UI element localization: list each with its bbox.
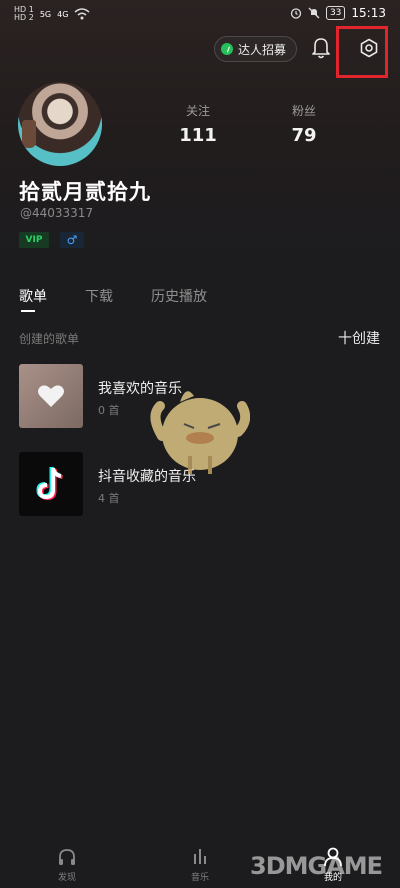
clock: 15:13 <box>351 6 386 20</box>
status-right: 33 15:13 <box>290 6 386 20</box>
profile-tabs: 歌单 下载 历史播放 <box>19 286 207 312</box>
headphones-icon <box>59 849 75 865</box>
mascot-watermark <box>150 391 250 474</box>
network-4g-indicator: 4G <box>57 9 69 19</box>
following-label: 关注 <box>185 104 210 118</box>
tab-downloads[interactable]: 下载 <box>85 286 113 306</box>
battery-indicator: 33 <box>325 6 346 20</box>
create-playlist-button[interactable]: 十创建 <box>338 328 380 348</box>
username: 拾贰月贰拾九 <box>19 180 151 204</box>
fans-count: 79 <box>291 125 317 146</box>
talent-recruit-label: 达人招募 <box>238 42 287 57</box>
playlist-cover <box>19 452 83 516</box>
music-bars-icon <box>194 849 206 864</box>
status-indicators: HD 1 HD 2 5G 4G <box>14 6 90 22</box>
playlist-cover <box>19 364 83 428</box>
fans-label: 粉丝 <box>291 104 316 118</box>
fans-stat[interactable]: 粉丝 79 <box>276 102 332 146</box>
nav-music-label: 音乐 <box>190 873 209 883</box>
gender-badge: ♂ <box>60 232 84 248</box>
section-title: 创建的歌单 <box>19 332 80 346</box>
network-5g-indicator: 5G <box>39 9 52 19</box>
playlist-count: 4 首 <box>98 492 120 505</box>
user-id: @44033317 <box>20 206 94 220</box>
nav-discover[interactable]: 发现 <box>37 846 97 883</box>
tab-history[interactable]: 历史播放 <box>151 286 207 306</box>
settings-icon[interactable] <box>359 38 379 58</box>
playlist-count: 0 首 <box>98 404 120 417</box>
vip-badge[interactable]: VIP <box>19 232 49 248</box>
talent-recruit-button[interactable]: 达人招募 <box>214 36 298 62</box>
watermark-text: 3DMGAME <box>250 852 383 880</box>
following-count: 111 <box>179 125 217 146</box>
avatar[interactable] <box>18 82 102 166</box>
tab-playlists[interactable]: 歌单 <box>19 286 47 312</box>
following-stat[interactable]: 关注 111 <box>170 102 226 146</box>
mute-icon <box>308 7 320 19</box>
sim-indicators: HD 1 HD 2 <box>14 6 34 22</box>
nav-music[interactable]: 音乐 <box>170 846 230 883</box>
tiktok-logo-icon <box>36 466 63 501</box>
sim-2-indicator: HD 2 <box>14 13 34 22</box>
wifi-icon <box>74 8 90 20</box>
nav-discover-label: 发现 <box>57 873 76 883</box>
alarm-icon <box>290 8 302 19</box>
pencil-icon <box>221 43 233 55</box>
heart-icon <box>38 385 64 407</box>
bell-icon[interactable] <box>310 36 332 60</box>
